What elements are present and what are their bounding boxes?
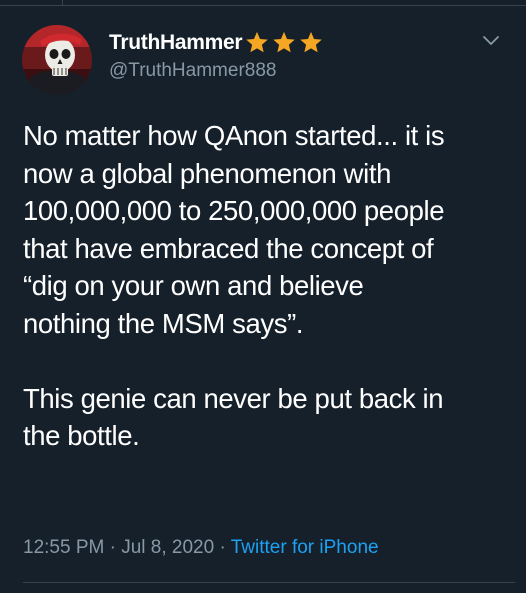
bottom-divider [23,582,515,583]
chevron-down-icon[interactable] [480,30,502,50]
tweet-meta: 12:55 PM · Jul 8, 2020 · Twitter for iPh… [23,537,379,559]
tweet-time[interactable]: 12:55 PM [23,537,104,558]
display-name[interactable]: TruthHammer [109,31,243,55]
thread-line [62,0,63,6]
star-badges [244,30,324,55]
tweet-text: No matter how QAnon started... it is now… [23,117,513,455]
meta-separator: · [219,537,226,558]
top-divider [0,5,526,6]
avatar[interactable] [22,25,92,95]
tweet-date[interactable]: Jul 8, 2020 [121,537,214,558]
tweet-paragraph-2: This genie can never be put back in the … [23,382,444,452]
skull-avatar-image [22,25,92,95]
tweet-paragraph-1: No matter how QAnon started... it is now… [23,120,445,339]
star-icon [246,31,268,53]
display-name-row[interactable]: TruthHammer [109,30,324,55]
star-icon [300,31,322,53]
tweet-source-link[interactable]: Twitter for iPhone [231,537,379,558]
user-handle[interactable]: @TruthHammer888 [109,60,276,82]
star-icon [273,31,295,53]
meta-separator: · [109,537,116,558]
